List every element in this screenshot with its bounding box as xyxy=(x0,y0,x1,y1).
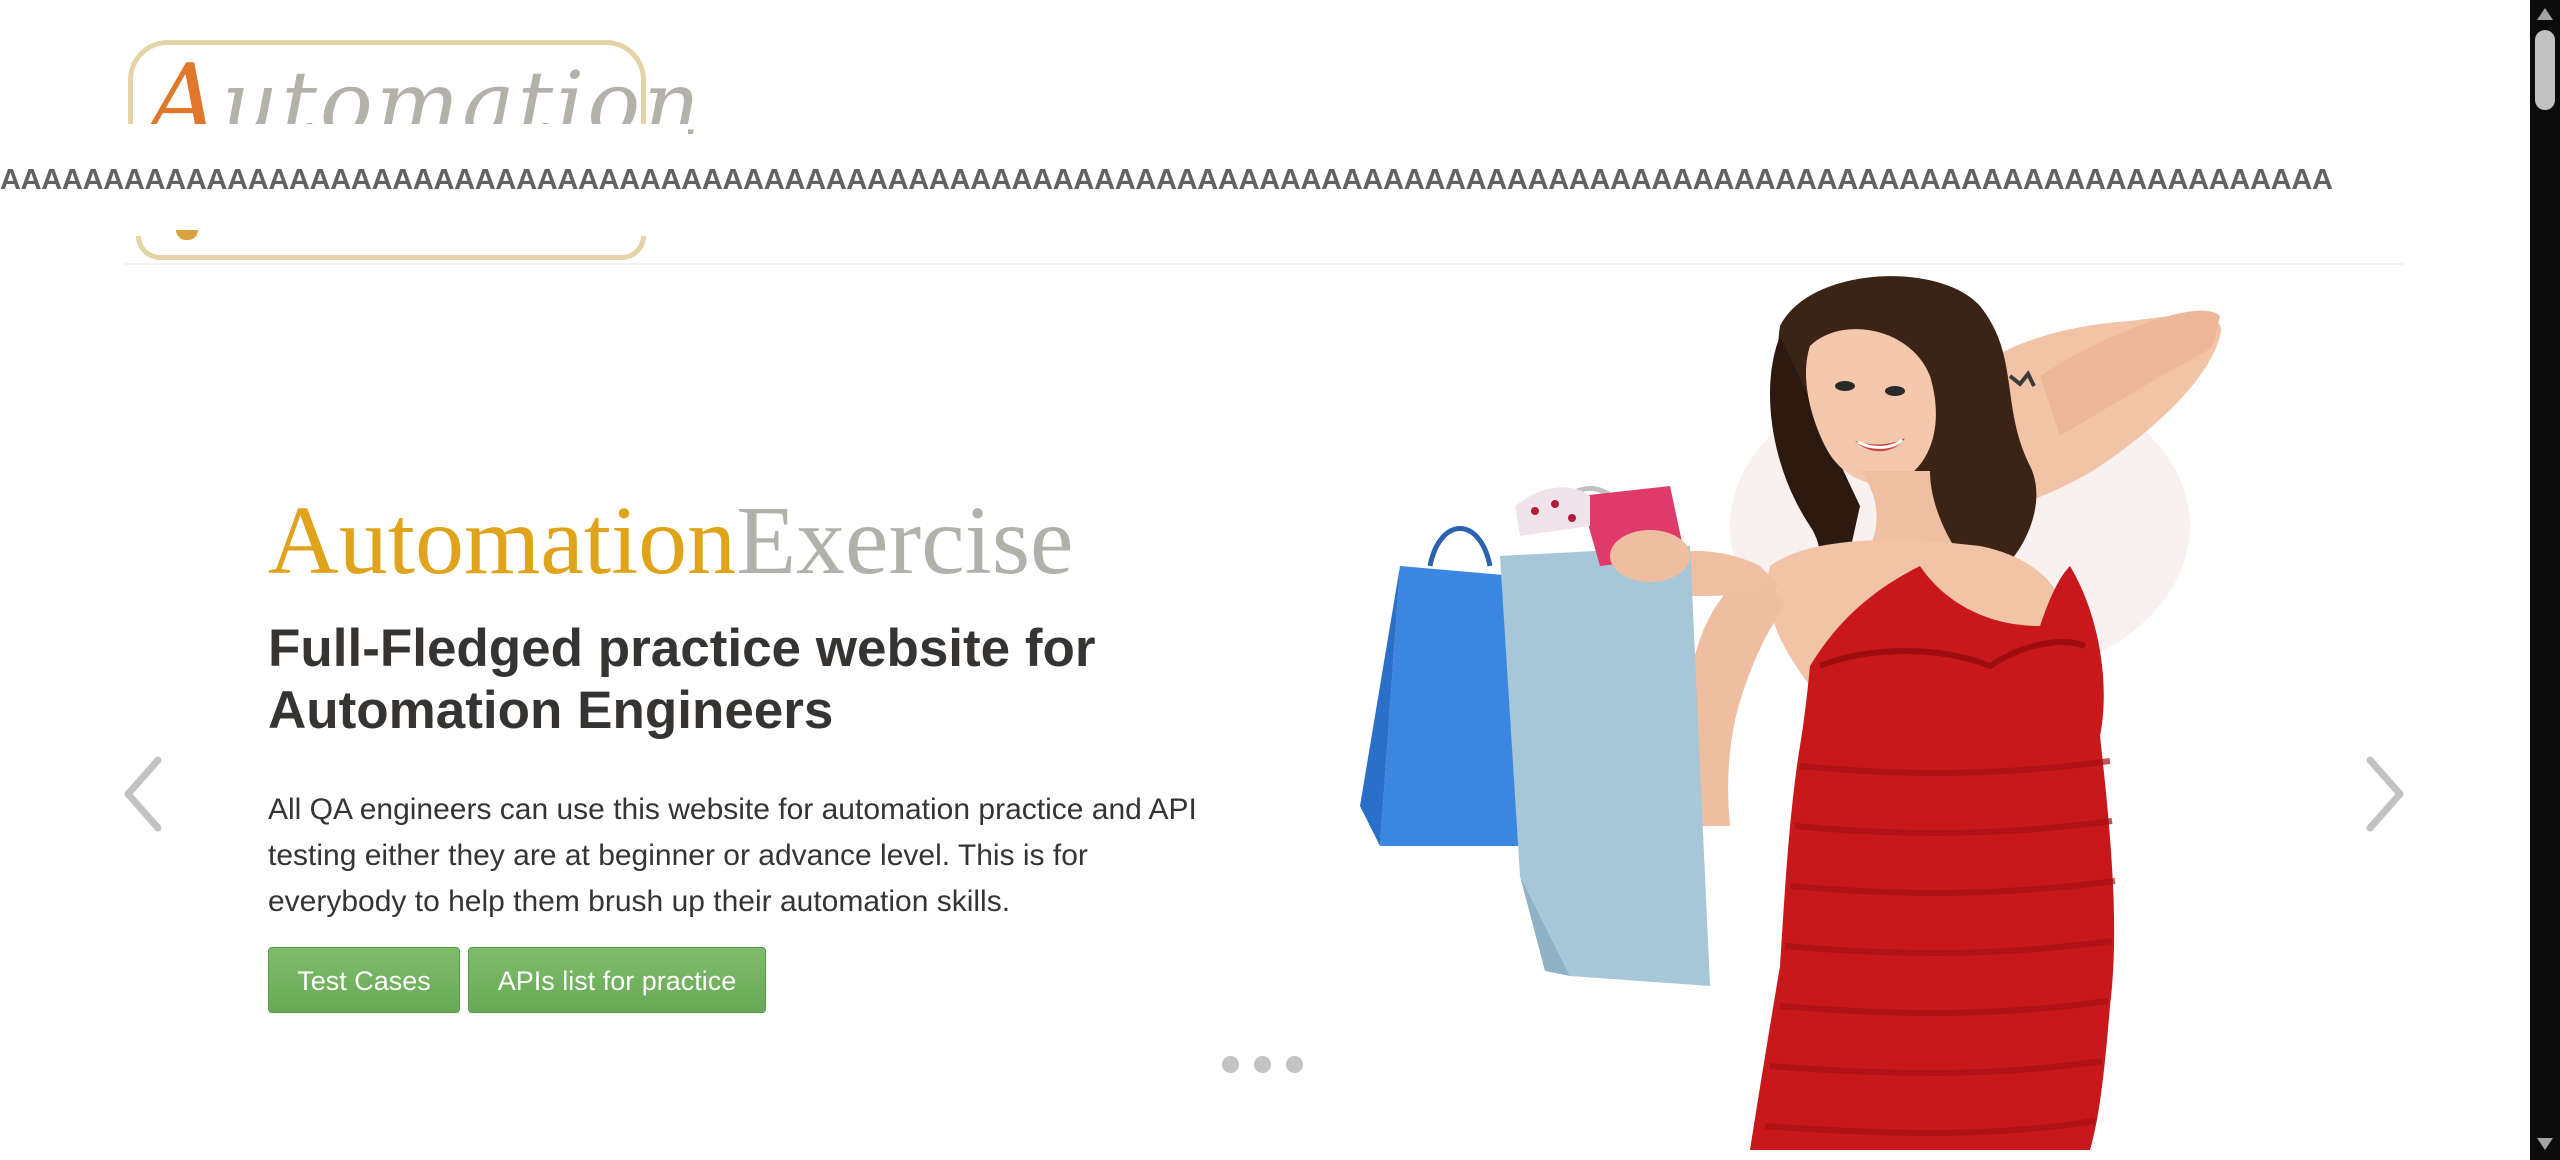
slider-brand-title: AutomationExercise xyxy=(268,487,1074,596)
chevron-left-icon xyxy=(124,756,162,832)
slider-indicator-1[interactable] xyxy=(1222,1056,1239,1073)
slider-prev-button[interactable] xyxy=(118,752,172,836)
chevron-right-icon xyxy=(2366,756,2404,832)
apis-list-button[interactable]: APIs list for practice xyxy=(468,947,766,1013)
overflowing-text-strip: AAAAAAAAAAAAAAAAAAAAAAAAAAAAAAAAAAAAAAAA… xyxy=(0,164,2333,196)
header-divider xyxy=(124,263,2404,265)
hero-model-image xyxy=(1360,276,2222,1150)
page-scrollbar[interactable] xyxy=(2530,0,2560,1160)
slider-next-button[interactable] xyxy=(2356,752,2410,836)
logo-frame-bottom xyxy=(136,236,646,260)
slider-indicator-2[interactable] xyxy=(1254,1056,1271,1073)
scroll-down-icon[interactable] xyxy=(2537,1138,2553,1150)
slider-indicator-3[interactable] xyxy=(1286,1056,1303,1073)
slider-description: All QA engineers can use this website fo… xyxy=(268,793,1197,918)
brand-part-exercise: Exercise xyxy=(736,487,1074,595)
slider-heading: Full-Fledged practice website for Automa… xyxy=(268,619,1096,740)
scroll-up-icon[interactable] xyxy=(2537,8,2553,20)
test-cases-button[interactable]: Test Cases xyxy=(268,947,460,1013)
brand-part-automation: Automation xyxy=(268,487,737,595)
scrollbar-thumb[interactable] xyxy=(2535,30,2555,110)
